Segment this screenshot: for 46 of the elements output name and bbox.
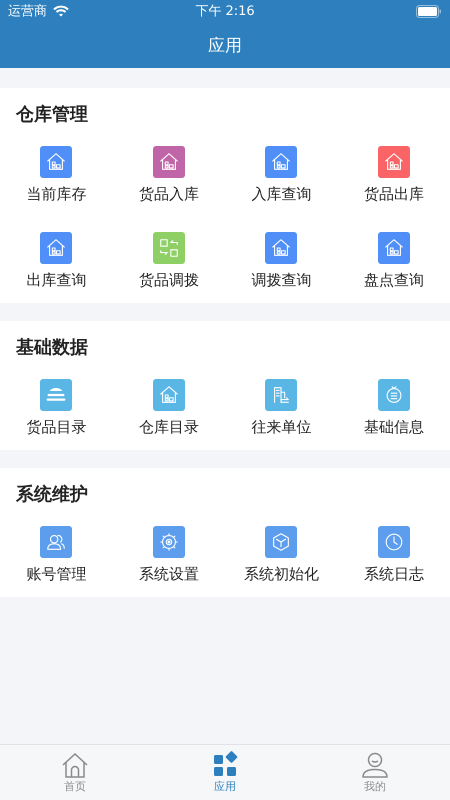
status-time: 下午 2:16 [195, 3, 255, 20]
carrier-name: 运营商 [8, 3, 47, 20]
user-icon[interactable] [40, 526, 72, 558]
section-title: 系统维护 [14, 483, 89, 507]
app-label: 货品出库 [364, 184, 424, 204]
swap-icon[interactable] [152, 232, 185, 264]
app-label: 往来单位 [251, 417, 312, 437]
warehouse-icon[interactable] [40, 232, 72, 264]
app-label: 货品调拨 [138, 270, 199, 290]
section-title: 基础数据 [15, 336, 89, 360]
warehouse-icon[interactable] [152, 146, 185, 178]
warehouse-icon[interactable] [152, 379, 185, 411]
app-label: 出库查询 [26, 270, 86, 290]
list-icon[interactable] [378, 379, 410, 411]
warehouse-icon[interactable] [378, 232, 410, 264]
app-label: 货品入库 [138, 184, 199, 204]
app-label: 基础信息 [364, 417, 424, 437]
app-label: 系统初始化 [244, 564, 319, 584]
grid-icon [211, 751, 239, 779]
app-label: 账号管理 [26, 564, 86, 584]
app-label: 货品目录 [26, 417, 86, 437]
cube-icon[interactable] [265, 526, 298, 558]
app-label: 入库查询 [251, 184, 312, 204]
battery-icon [416, 4, 442, 18]
app-label: 系统日志 [364, 564, 424, 584]
profile-tab[interactable]: 我的 [300, 745, 450, 800]
app-label: 系统设置 [138, 564, 199, 584]
home-tab[interactable]: 首页 [0, 745, 150, 800]
settings-icon[interactable] [152, 526, 185, 558]
person-icon [361, 751, 389, 779]
wifi-icon [53, 5, 69, 17]
stack-icon[interactable] [40, 379, 72, 411]
app-label: 盘点查询 [364, 270, 424, 290]
apps-tab[interactable]: 应用 [150, 745, 300, 800]
page-title: 应用 [208, 34, 242, 56]
warehouse-icon[interactable] [265, 232, 298, 264]
clock-icon[interactable] [378, 526, 410, 558]
warehouse-icon[interactable] [40, 146, 72, 178]
building-icon[interactable] [265, 379, 298, 411]
app-label: 当前库存 [26, 184, 86, 204]
home-icon [61, 751, 89, 779]
warehouse-icon[interactable] [378, 146, 410, 178]
app-label: 仓库目录 [138, 417, 199, 437]
warehouse-icon[interactable] [265, 146, 298, 178]
app-label: 调拨查询 [251, 270, 312, 290]
section-title: 仓库管理 [14, 103, 89, 127]
